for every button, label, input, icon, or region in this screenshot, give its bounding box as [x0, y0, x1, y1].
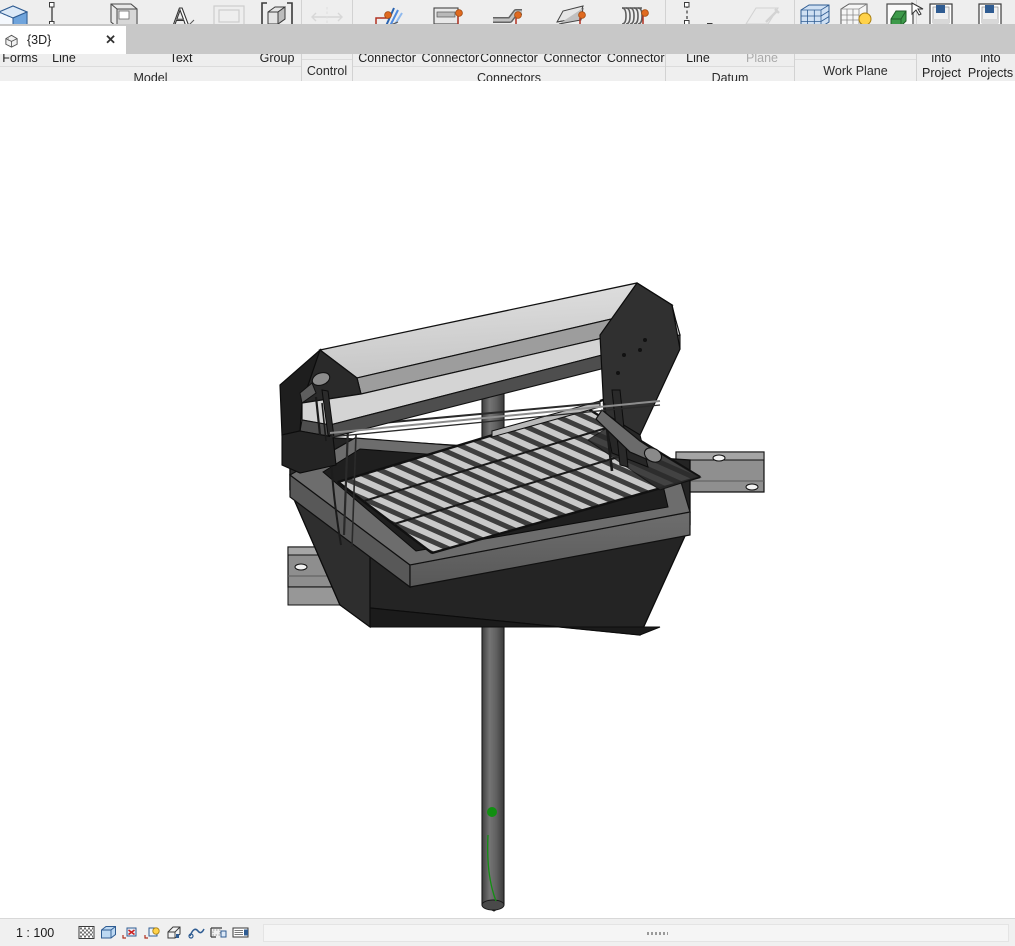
view-scale-label[interactable]: 1 : 100 [16, 926, 72, 940]
ribbon-panel-label: Datum [666, 66, 794, 81]
shadows-icon[interactable] [144, 925, 161, 940]
view-tab-strip [0, 24, 1015, 54]
bbq-grill-model [279, 282, 765, 912]
ribbon-panel-label: Control [302, 59, 352, 81]
reference-point-marker[interactable] [487, 807, 497, 817]
view-control-bar [78, 925, 249, 940]
view-tab-label: {3D} [27, 33, 52, 47]
3d-view-icon [4, 33, 19, 48]
close-icon[interactable]: ✕ [101, 32, 120, 48]
ribbon-panel-label: Work Plane [795, 59, 916, 81]
view-tab-strip-top [0, 81, 1015, 105]
ribbon-panel-label: Connectors [353, 66, 665, 81]
status-bar: 1 : 100 [0, 918, 1015, 946]
view-tab-3d[interactable]: {3D} ✕ [0, 26, 126, 54]
crop-view-icon[interactable] [188, 925, 205, 940]
status-bar-dash [647, 931, 669, 935]
status-bar-filler [263, 923, 1009, 942]
visual-style-icon[interactable] [100, 925, 117, 940]
sun-path-icon[interactable] [122, 925, 139, 940]
show-crop-region-icon[interactable] [210, 925, 227, 940]
detail-level-icon[interactable] [78, 925, 95, 940]
ribbon-panel-label: Model [0, 66, 301, 81]
hide-isolate-icon[interactable] [232, 925, 249, 940]
render-dialog-icon[interactable] [166, 925, 183, 940]
3d-viewport[interactable] [0, 135, 1015, 918]
